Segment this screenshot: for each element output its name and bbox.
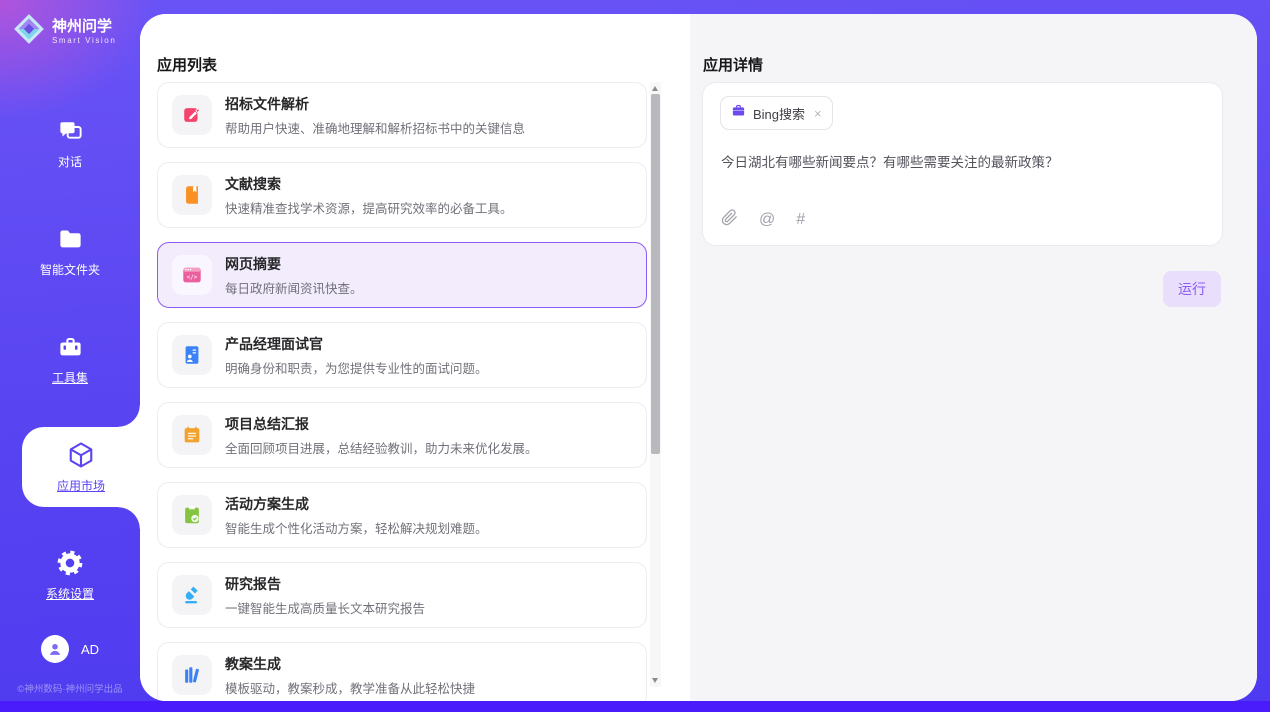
scroll-up-arrow-icon[interactable] <box>652 86 658 91</box>
app-list-panel: 应用列表 招标文件解析帮助用户快速、准确地理解和解析招标书中的关键信息文献搜索快… <box>140 14 690 701</box>
gem-logo-icon <box>12 12 46 51</box>
app-card-description: 快速精准查找学术资源，提高研究效率的必备工具。 <box>225 198 513 217</box>
sidebar-item-toolset[interactable]: 工具集 <box>0 319 140 399</box>
app-card-bid-document-analysis[interactable]: 招标文件解析帮助用户快速、准确地理解和解析招标书中的关键信息 <box>157 82 647 148</box>
run-button[interactable]: 运行 <box>1163 271 1221 307</box>
bottom-accent-bar <box>0 701 1270 712</box>
avatar[interactable] <box>41 635 69 663</box>
gear-icon <box>56 548 84 578</box>
cube-icon <box>66 440 96 470</box>
app-list-scrollbar[interactable] <box>650 82 661 687</box>
app-card-title: 招标文件解析 <box>225 94 525 114</box>
chat-icon <box>57 116 84 146</box>
sidebar-nav: 对话智能文件夹工具集应用市场系统设置 <box>0 103 140 615</box>
browser-code-icon: </> <box>172 255 212 295</box>
app-card-title: 产品经理面试官 <box>225 334 488 354</box>
app-card-title: 教案生成 <box>225 654 475 674</box>
app-card-description: 全面回顾项目进展，总结经验教训，助力未来优化发展。 <box>225 438 538 457</box>
app-card-description: 明确身份和职责，为您提供专业性的面试问题。 <box>225 358 488 377</box>
app-list-title: 应用列表 <box>157 54 217 75</box>
app-card-research-report[interactable]: 研究报告一键智能生成高质量长文本研究报告 <box>157 562 647 628</box>
tool-tag-label: Bing搜索 <box>753 104 805 123</box>
tool-tag-bing-search[interactable]: Bing搜索 × <box>720 96 833 130</box>
app-card-title: 项目总结汇报 <box>225 414 538 434</box>
prompt-text[interactable]: 今日湖北有哪些新闻要点？有哪些需要关注的最新政策？ <box>721 151 1204 171</box>
hash-icon[interactable]: # <box>796 211 805 229</box>
resume-icon <box>172 335 212 375</box>
app-card-lesson-plan-generator[interactable]: 教案生成模板驱动，教案秒成，教学准备从此轻松快捷 <box>157 642 647 701</box>
folder-icon <box>57 224 84 254</box>
app-card-title: 活动方案生成 <box>225 494 488 514</box>
books-icon <box>172 655 212 695</box>
main-container: 应用列表 招标文件解析帮助用户快速、准确地理解和解析招标书中的关键信息文献搜索快… <box>140 14 1257 701</box>
sidebar-item-smart-folders[interactable]: 智能文件夹 <box>0 211 140 291</box>
sidebar-item-label: 应用市场 <box>57 477 105 494</box>
sidebar-item-label: 工具集 <box>52 369 88 386</box>
app-card-event-plan-generator[interactable]: 活动方案生成智能生成个性化活动方案，轻松解决规划难题。 <box>157 482 647 548</box>
app-card-literature-search[interactable]: 文献搜索快速精准查找学术资源，提高研究效率的必备工具。 <box>157 162 647 228</box>
app-list: 招标文件解析帮助用户快速、准确地理解和解析招标书中的关键信息文献搜索快速精准查找… <box>157 82 647 701</box>
user-row[interactable]: AD <box>0 635 140 663</box>
brand-subtitle: Smart Vision <box>52 36 116 46</box>
copyright-text: ©神州数码·神州问学出品 <box>0 681 140 695</box>
sidebar-item-label: 智能文件夹 <box>40 261 100 278</box>
app-detail-title: 应用详情 <box>703 54 763 75</box>
app-card-description: 智能生成个性化活动方案，轻松解决规划难题。 <box>225 518 488 537</box>
sidebar-item-label: 系统设置 <box>46 585 94 602</box>
user-initials: AD <box>81 642 99 657</box>
book-icon <box>172 175 212 215</box>
app-card-title: 文献搜索 <box>225 174 513 194</box>
person-icon <box>46 640 64 658</box>
attachment-icon[interactable] <box>721 209 738 231</box>
toolbox-icon <box>57 332 84 362</box>
sidebar-item-chat[interactable]: 对话 <box>0 103 140 183</box>
app-detail-panel: 应用详情 Bing搜索 × 今日湖北有哪些新闻要点？有哪些需要关注的最新政策？ … <box>690 14 1257 701</box>
briefcase-icon <box>731 103 746 123</box>
sidebar-item-app-market[interactable]: 应用市场 <box>22 427 140 507</box>
app-card-description: 每日政府新闻资讯快查。 <box>225 278 363 297</box>
scroll-down-arrow-icon[interactable] <box>652 678 658 683</box>
app-card-description: 一键智能生成高质量长文本研究报告 <box>225 598 425 617</box>
scrollbar-thumb[interactable] <box>651 94 660 454</box>
prompt-card[interactable]: Bing搜索 × 今日湖北有哪些新闻要点？有哪些需要关注的最新政策？ @# <box>702 82 1223 246</box>
notepad-icon <box>172 415 212 455</box>
sidebar-item-label: 对话 <box>58 153 82 170</box>
edit-document-icon <box>172 95 212 135</box>
sidebar-item-settings[interactable]: 系统设置 <box>0 535 140 615</box>
brand-name: 神州问学 <box>52 18 116 36</box>
mention-icon[interactable]: @ <box>759 211 775 229</box>
tag-close-icon[interactable]: × <box>812 106 822 121</box>
app-card-pm-interviewer[interactable]: 产品经理面试官明确身份和职责，为您提供专业性的面试问题。 <box>157 322 647 388</box>
app-card-project-summary[interactable]: 项目总结汇报全面回顾项目进展，总结经验教训，助力未来优化发展。 <box>157 402 647 468</box>
svg-text:</>: </> <box>187 274 198 281</box>
app-card-title: 研究报告 <box>225 574 425 594</box>
app-card-description: 帮助用户快速、准确地理解和解析招标书中的关键信息 <box>225 118 525 137</box>
clipboard-check-icon <box>172 495 212 535</box>
app-card-description: 模板驱动，教案秒成，教学准备从此轻松快捷 <box>225 678 475 697</box>
brand-logo: 神州问学 Smart Vision <box>0 0 140 51</box>
app-card-title: 网页摘要 <box>225 254 363 274</box>
sidebar: 神州问学 Smart Vision 对话智能文件夹工具集应用市场系统设置 AD … <box>0 0 140 701</box>
app-card-web-summary[interactable]: </> 网页摘要每日政府新闻资讯快查。 <box>157 242 647 308</box>
microscope-icon <box>172 575 212 615</box>
prompt-toolbar: @# <box>721 209 805 231</box>
